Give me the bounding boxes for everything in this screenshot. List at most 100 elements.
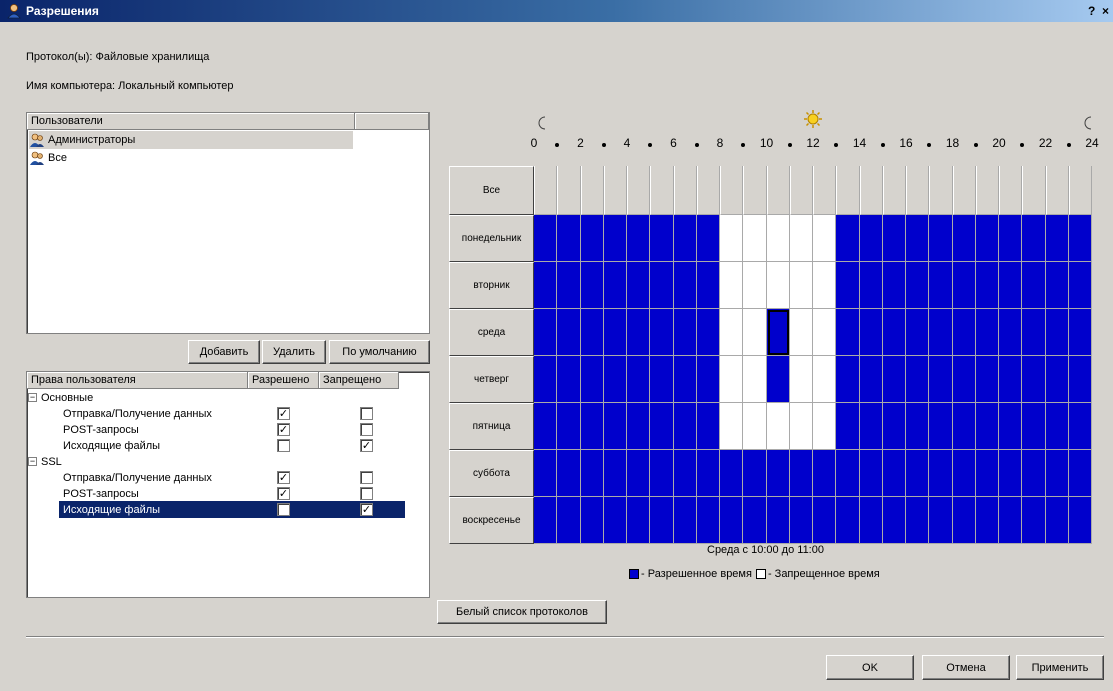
time-cell-allowed[interactable] [999, 262, 1023, 309]
time-cell-allowed[interactable] [534, 309, 558, 356]
rights-item[interactable]: Исходящие файлы [63, 502, 160, 517]
time-cell-allowed[interactable] [836, 356, 860, 403]
time-cell-allowed[interactable] [673, 403, 697, 450]
time-cell-allowed[interactable] [696, 450, 720, 497]
time-cell-allowed[interactable] [696, 356, 720, 403]
hour-column-header[interactable] [813, 166, 837, 215]
hour-column-header[interactable] [627, 166, 651, 215]
time-cell-allowed[interactable] [603, 309, 627, 356]
time-cell-denied[interactable] [720, 356, 744, 403]
hour-column-header[interactable] [952, 166, 976, 215]
time-cell-denied[interactable] [766, 262, 790, 309]
time-cell-allowed[interactable] [1068, 309, 1092, 356]
time-cell-allowed[interactable] [557, 356, 581, 403]
rights-item[interactable]: Исходящие файлы [63, 438, 160, 453]
day-row-header[interactable]: вторник [449, 262, 534, 309]
time-cell-allowed[interactable] [952, 497, 976, 544]
cancel-button[interactable]: Отмена [922, 655, 1010, 680]
rights-list[interactable]: Права пользователя Разрешено Запрещено −… [26, 371, 430, 598]
hour-column-header[interactable] [1045, 166, 1069, 215]
time-cell-allowed[interactable] [627, 262, 651, 309]
time-cell-denied[interactable] [743, 215, 767, 262]
time-cell-allowed[interactable] [650, 262, 674, 309]
protocol-whitelist-button[interactable]: Белый список протоколов [437, 600, 607, 624]
time-cell-allowed[interactable] [1045, 215, 1069, 262]
time-cell-allowed[interactable] [1068, 356, 1092, 403]
ok-button[interactable]: OK [826, 655, 914, 680]
time-cell-allowed[interactable] [603, 403, 627, 450]
time-cell-denied[interactable] [813, 356, 837, 403]
denied-checkbox[interactable] [360, 423, 373, 436]
time-cell-allowed[interactable] [929, 450, 953, 497]
time-cell-allowed[interactable] [836, 309, 860, 356]
hour-column-header[interactable] [1068, 166, 1092, 215]
time-cell-allowed[interactable] [603, 262, 627, 309]
time-cell-allowed[interactable] [929, 215, 953, 262]
time-cell-allowed[interactable] [650, 309, 674, 356]
time-cell-allowed[interactable] [1022, 450, 1046, 497]
time-cell-allowed[interactable] [603, 215, 627, 262]
time-cell-allowed[interactable] [882, 215, 906, 262]
time-cell-allowed[interactable] [859, 215, 883, 262]
denied-checkbox[interactable] [360, 407, 373, 420]
day-row-header[interactable]: понедельник [449, 215, 534, 262]
time-cell-allowed[interactable] [1045, 309, 1069, 356]
time-cell-allowed[interactable] [534, 262, 558, 309]
rights-item[interactable]: Отправка/Получение данных [63, 470, 212, 485]
rights-item[interactable]: POST-запросы [63, 422, 139, 437]
time-cell-denied[interactable] [813, 262, 837, 309]
time-cell-allowed[interactable] [999, 215, 1023, 262]
hour-column-header[interactable] [603, 166, 627, 215]
time-cell-allowed[interactable] [696, 309, 720, 356]
time-cell-allowed[interactable] [1022, 497, 1046, 544]
time-cell-allowed[interactable] [580, 309, 604, 356]
hour-column-header[interactable] [766, 166, 790, 215]
rights-group[interactable]: − Основные [28, 390, 93, 405]
time-cell-allowed[interactable] [650, 356, 674, 403]
time-cell-allowed[interactable] [859, 356, 883, 403]
hour-column-header[interactable] [557, 166, 581, 215]
day-row-header[interactable]: пятница [449, 403, 534, 450]
time-cell-denied[interactable] [743, 309, 767, 356]
time-cell-allowed[interactable] [1068, 497, 1092, 544]
allowed-checkbox[interactable]: ✓ [277, 487, 290, 500]
time-cell-allowed[interactable] [673, 497, 697, 544]
hour-column-header[interactable] [975, 166, 999, 215]
time-cell-allowed[interactable] [1045, 262, 1069, 309]
remove-user-button[interactable]: Удалить [262, 340, 326, 364]
time-cell-denied[interactable] [789, 356, 813, 403]
time-cell-denied[interactable] [743, 403, 767, 450]
time-cell-allowed[interactable] [999, 450, 1023, 497]
time-cell-allowed[interactable] [580, 450, 604, 497]
allowed-checkbox[interactable]: ✓ [277, 471, 290, 484]
time-cell-denied[interactable] [813, 309, 837, 356]
time-cell-allowed[interactable] [603, 356, 627, 403]
allowed-checkbox[interactable] [277, 439, 290, 452]
time-cell-allowed[interactable] [836, 497, 860, 544]
default-users-button[interactable]: По умолчанию [329, 340, 430, 364]
hour-column-header[interactable] [882, 166, 906, 215]
time-cell-allowed[interactable] [534, 497, 558, 544]
time-cell-allowed[interactable] [534, 215, 558, 262]
time-cell-allowed[interactable] [836, 450, 860, 497]
time-cell-allowed[interactable] [1045, 356, 1069, 403]
hour-column-header[interactable] [580, 166, 604, 215]
time-cell-denied[interactable] [789, 215, 813, 262]
time-cell-allowed[interactable] [1022, 403, 1046, 450]
day-row-header[interactable]: воскресенье [449, 497, 534, 544]
time-cell-allowed[interactable] [906, 497, 930, 544]
time-cell-allowed[interactable] [952, 403, 976, 450]
time-cell-allowed[interactable] [557, 262, 581, 309]
time-cell-allowed[interactable] [1045, 450, 1069, 497]
time-cell-allowed[interactable] [975, 403, 999, 450]
hour-column-header[interactable] [743, 166, 767, 215]
time-cell-allowed[interactable] [1068, 262, 1092, 309]
time-cell-allowed[interactable] [1068, 450, 1092, 497]
collapse-icon[interactable]: − [28, 457, 37, 466]
time-cell-allowed[interactable] [696, 262, 720, 309]
add-user-button[interactable]: Добавить [188, 340, 260, 364]
time-cell-allowed[interactable] [766, 356, 790, 403]
hour-column-header[interactable] [836, 166, 860, 215]
time-cell-denied[interactable] [789, 403, 813, 450]
day-row-header[interactable]: четверг [449, 356, 534, 403]
